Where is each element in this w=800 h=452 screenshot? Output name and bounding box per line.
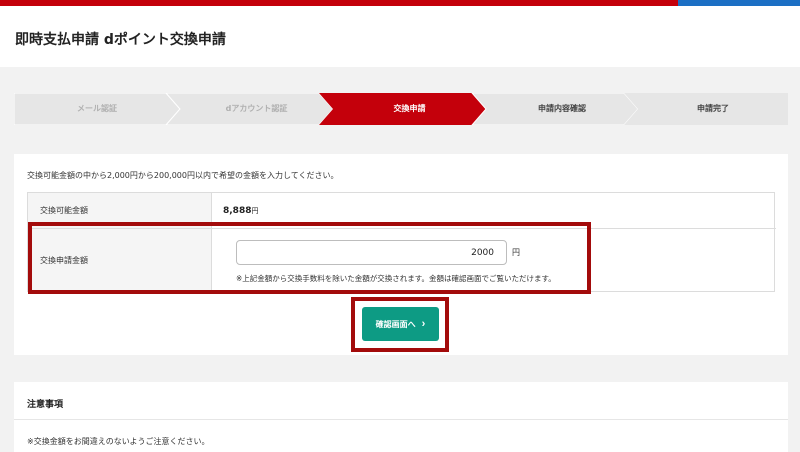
step-d-account-auth: dアカウント認証 [225,104,288,113]
page-title: 即時支払申請 dポイント交換申請 [15,32,226,48]
step-exchange-request: 交換申請 [393,104,426,113]
notes-title: 注意事項 [27,400,64,410]
page-header: 即時支払申請 dポイント交換申請 [0,6,800,67]
step-complete: 申請完了 [697,104,729,113]
step-confirm-content: 申請内容確認 [538,104,586,113]
form-intro-text: 交換可能金額の中から2,000円から200,000円以内で希望の金額を入力してく… [27,171,339,180]
notes-divider [14,419,788,420]
amount-highlight-box [28,222,591,294]
progress-steps: メール認証 dアカウント認証 交換申請 申請内容確認 申請完了 [14,93,788,125]
available-amount-number: 8,888 [223,206,252,216]
available-amount-unit: 円 [251,207,259,215]
notes-card: 注意事項 ※交換金額をお間違えのないようご注意ください。 [14,382,788,452]
step-mail-auth: メール認証 [77,104,117,113]
notes-body: ※交換金額をお間違えのないようご注意ください。 [27,437,210,446]
button-highlight-box [351,297,449,352]
